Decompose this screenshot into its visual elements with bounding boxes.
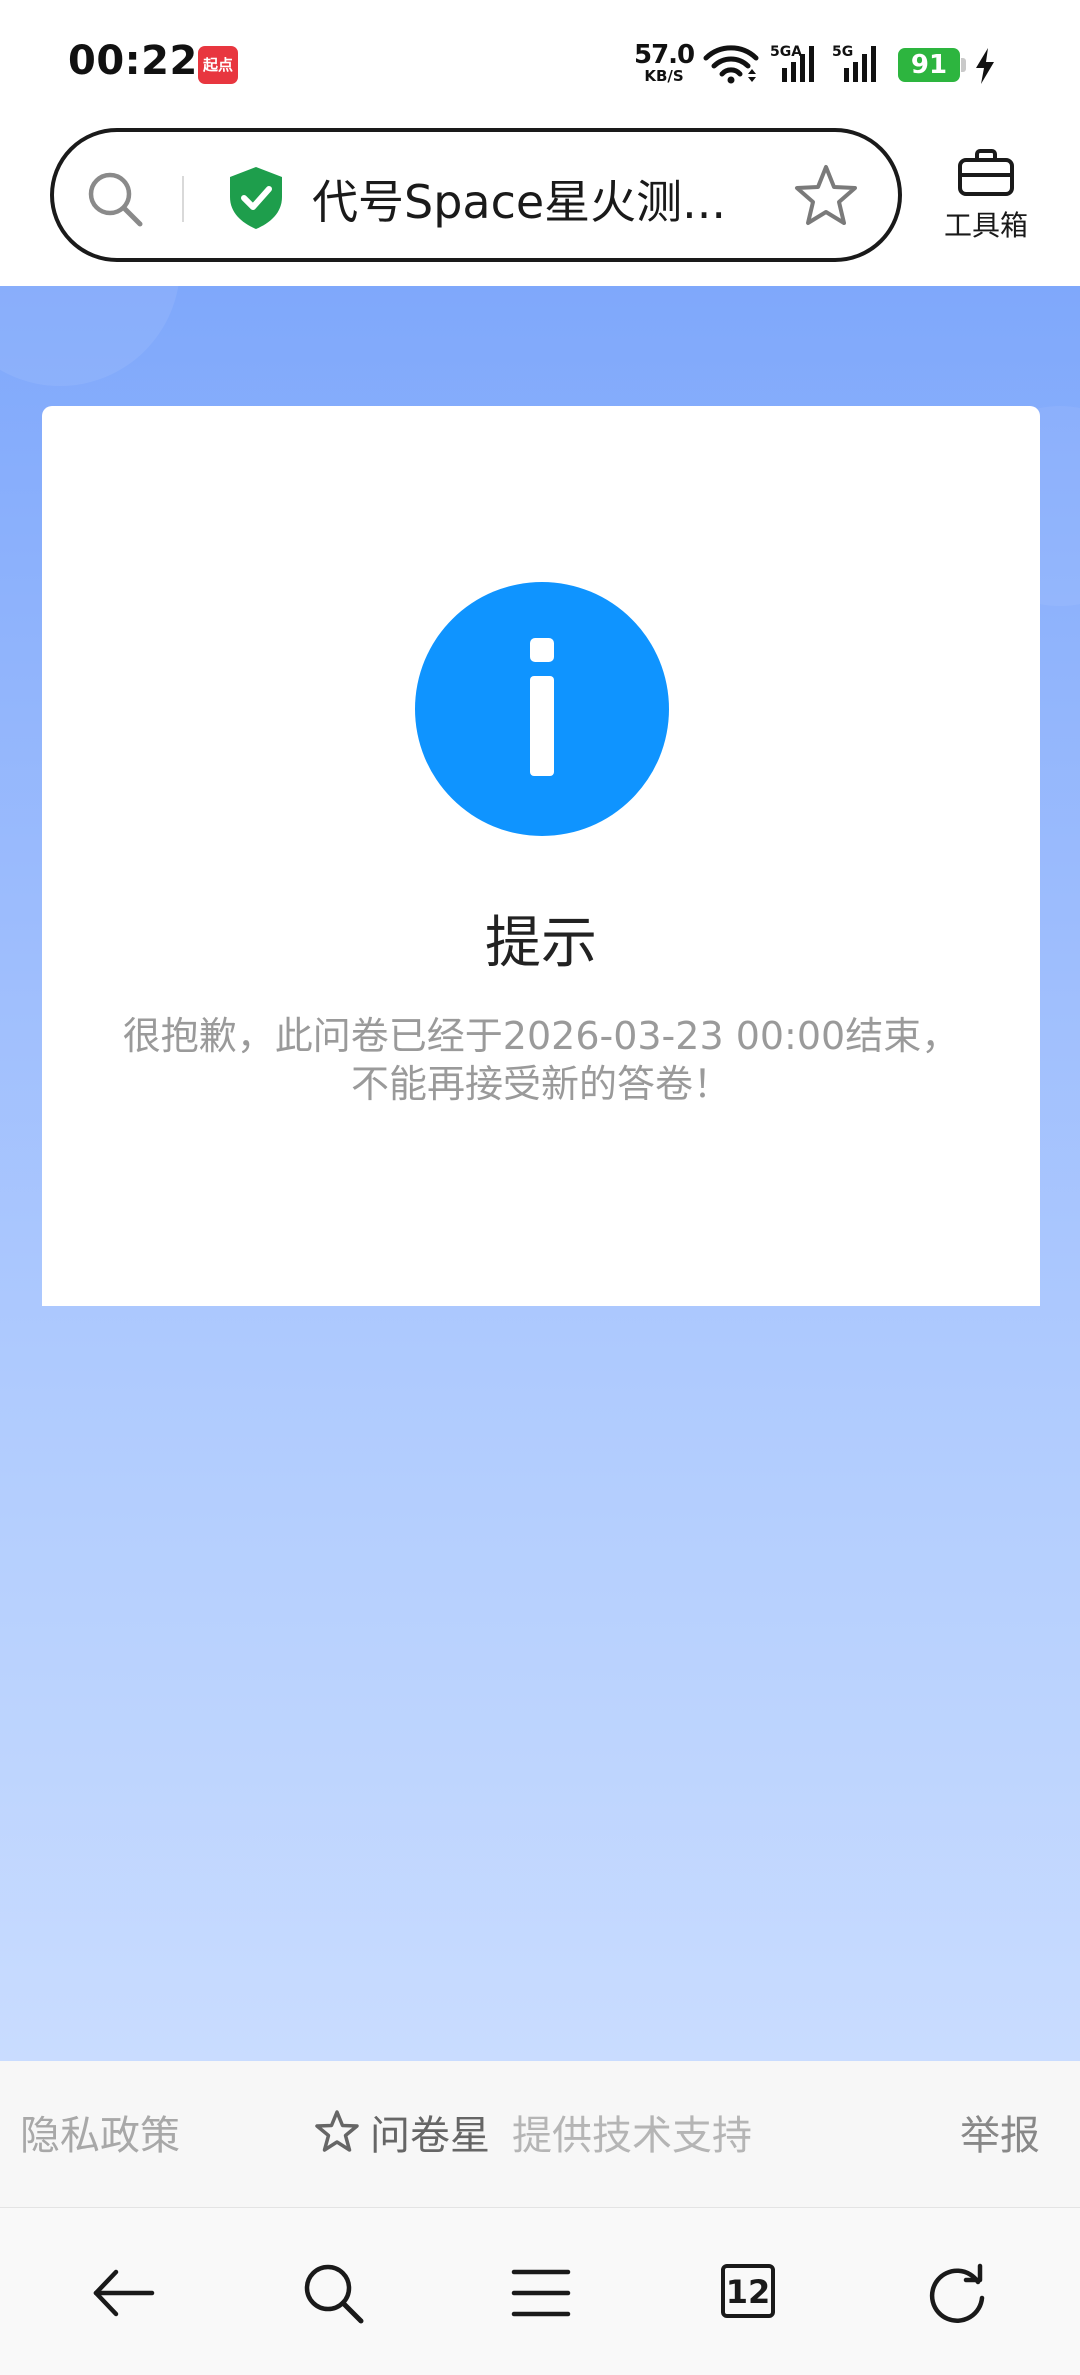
battery-icon: 91: [898, 48, 960, 82]
star-icon: [315, 2110, 359, 2152]
toolbox-label: 工具箱: [943, 209, 1028, 242]
search-icon[interactable]: [84, 168, 146, 230]
star-icon[interactable]: [792, 162, 860, 230]
tabs-count: 12: [721, 2264, 775, 2318]
qidian-app-icon: 起点: [198, 46, 238, 84]
menu-icon[interactable]: [506, 2258, 576, 2328]
info-icon-bar: [530, 676, 554, 776]
brand-support: 提供技术支持: [512, 2113, 752, 2159]
network-speed: 57.0 KB/S: [634, 40, 695, 85]
toolbox-icon: [958, 149, 1014, 196]
info-icon: [415, 582, 669, 836]
address-bar[interactable]: 代号Space星火测...: [50, 128, 902, 262]
notice-card: 提示 很抱歉，此问卷已经于2026-03-23 00:00结束，不能再接受新的答…: [42, 406, 1040, 1306]
page-content: 提示 很抱歉，此问卷已经于2026-03-23 00:00结束，不能再接受新的答…: [0, 286, 1080, 2061]
battery-tip: [961, 58, 966, 72]
charging-bolt-icon: [976, 48, 994, 84]
notice-title: 提示: [485, 911, 597, 976]
network-speed-unit: KB/S: [644, 67, 684, 85]
page-title[interactable]: 代号Space星火测...: [312, 166, 726, 232]
report-link[interactable]: 举报: [960, 2103, 1040, 2161]
secure-shield-icon[interactable]: [226, 165, 286, 231]
search-icon[interactable]: [298, 2258, 368, 2328]
browser-toolbar: 代号Space星火测... 工具箱: [0, 128, 1080, 286]
clock: 00:22: [68, 38, 198, 84]
toolbox-button[interactable]: 工具箱: [930, 148, 1042, 244]
network-speed-value: 57.0: [634, 40, 695, 70]
brand-name: 问卷星: [370, 2113, 490, 2159]
notice-message: 很抱歉，此问卷已经于2026-03-23 00:00结束，不能再接受新的答卷！: [122, 1014, 960, 1106]
brand-credit[interactable]: 问卷星 提供技术支持: [314, 2103, 752, 2161]
back-arrow-icon[interactable]: [88, 2258, 158, 2328]
address-divider: [182, 176, 184, 222]
wifi-icon: [703, 45, 759, 84]
refresh-icon[interactable]: [922, 2258, 992, 2328]
privacy-policy-link[interactable]: 隐私政策: [20, 2103, 180, 2161]
tabs-button[interactable]: 12: [715, 2258, 785, 2328]
page-footer: 隐私政策 问卷星 提供技术支持 举报: [0, 2061, 1080, 2207]
background-decoration: [0, 286, 180, 386]
status-bar: 00:22 起点 57.0 KB/S 5GA 5G 91: [0, 0, 1080, 128]
bottom-nav: 12: [0, 2207, 1080, 2375]
info-icon-dot: [530, 638, 554, 662]
